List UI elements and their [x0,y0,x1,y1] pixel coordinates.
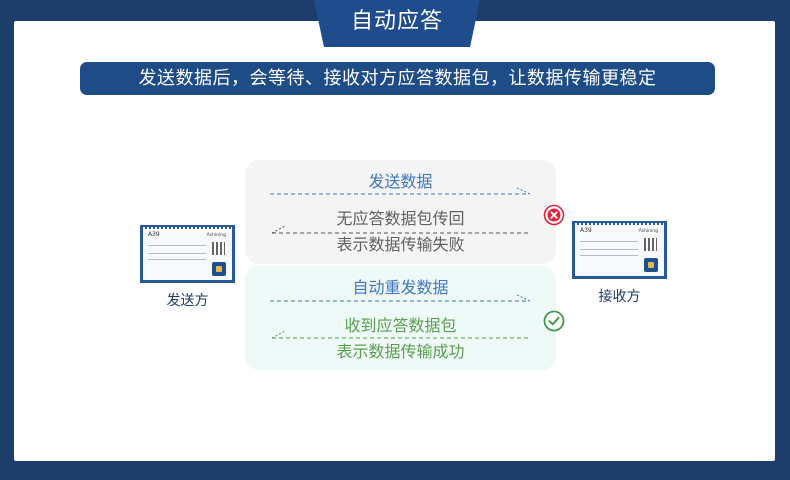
module-text-line [580,241,638,242]
module-text-line [580,255,638,256]
module-text-line [148,253,206,254]
success-result-label: 表示数据传输成功 [336,342,465,361]
qr-code-icon [212,242,225,255]
module-brand: Ashining [206,233,226,238]
check-circle-icon [543,310,565,332]
module-pin-edge [575,223,664,225]
module-brand: Ashining [638,229,658,234]
success-scenario-box: 自动重发数据 收到应答数据包 表示数据传输成功 [245,266,556,370]
module-text-line [148,259,206,260]
no-reply-label: 无应答数据包传回 [336,209,465,228]
antenna-pad-icon [644,258,658,272]
send-arrow-head [516,294,531,302]
antenna-pad-icon [212,262,226,276]
reply-received-label: 收到应答数据包 [344,316,457,335]
qr-code-icon [644,238,657,251]
sender-module: A39 Ashining [140,225,235,283]
send-arrow-head [516,187,531,195]
module-model: A39 [148,231,160,238]
module-pin-edge [143,227,232,229]
module-text-line [580,249,638,250]
subtitle-banner: 发送数据后，会等待、接收对方应答数据包，让数据传输更稳定 [80,62,715,95]
fail-scenario-box: 发送数据 无应答数据包传回 表示数据传输失败 [245,160,556,264]
module-model: A39 [580,227,592,234]
receiver-module: A39 Ashining [572,221,667,279]
sender-label: 发送方 [166,293,209,309]
cross-circle-icon [543,204,565,226]
page-title: 自动应答 [314,0,480,47]
module-text-line [148,245,206,246]
receiver-label: 接收方 [598,289,641,305]
fail-result-label: 表示数据传输失败 [336,235,465,254]
